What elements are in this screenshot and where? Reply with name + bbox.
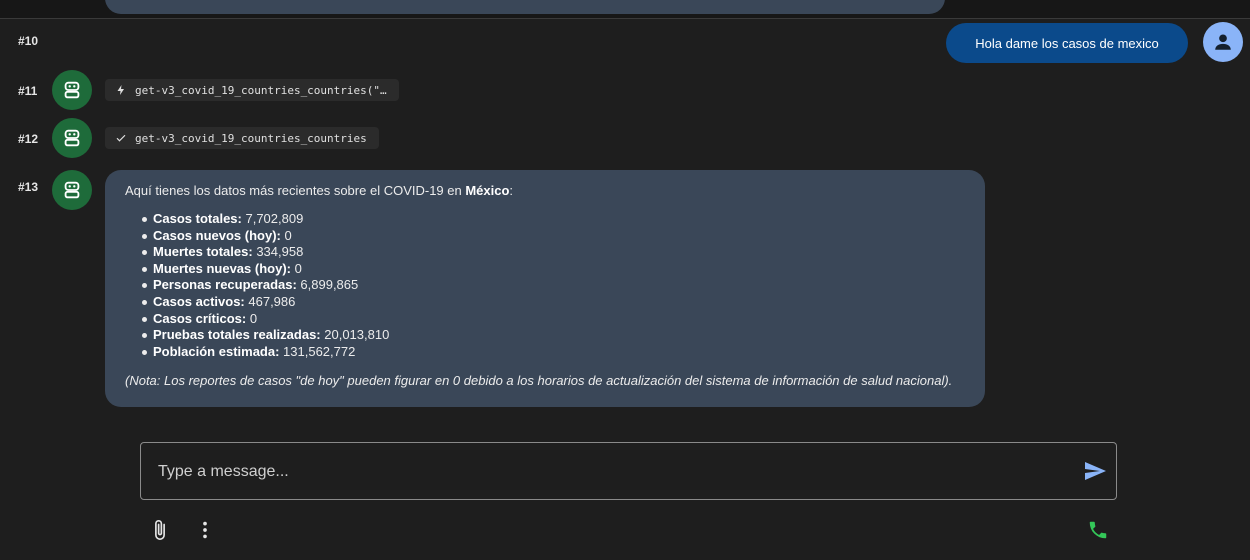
country-name: México: [465, 183, 510, 198]
list-item: Población estimada: 131,562,772: [142, 344, 965, 361]
previous-message-area: [0, 0, 1250, 19]
tool-result-label: get-v3_covid_19_countries_countries: [135, 131, 367, 145]
list-item: Casos nuevos (hoy): 0: [142, 228, 965, 245]
list-item: Casos totales: 7,702,809: [142, 211, 965, 228]
call-button[interactable]: [1086, 518, 1110, 542]
more-options-button[interactable]: [193, 518, 217, 542]
message-composer: [140, 442, 1117, 501]
stats-list: Casos totales: 7,702,809 Casos nuevos (h…: [125, 211, 965, 360]
bot-avatar: [52, 170, 92, 210]
bot-message-bubble: Aquí tienes los datos más recientes sobr…: [105, 170, 985, 407]
tool-call-chip[interactable]: get-v3_covid_19_countries_countries("…: [105, 79, 399, 101]
robot-icon: [64, 81, 80, 99]
bot-avatar: [52, 118, 92, 158]
attach-button[interactable]: [148, 518, 172, 542]
list-item: Pruebas totales realizadas: 20,013,810: [142, 327, 965, 344]
send-button[interactable]: [1082, 458, 1108, 484]
send-icon: [1085, 462, 1106, 480]
list-item: Personas recuperadas: 6,899,865: [142, 277, 965, 294]
bot-avatar: [52, 70, 92, 110]
check-icon: [116, 134, 126, 142]
bolt-icon: [117, 85, 124, 95]
list-item: Casos activos: 467,986: [142, 294, 965, 311]
bot-message-intro: Aquí tienes los datos más recientes sobr…: [125, 183, 514, 198]
previous-message-bubble: [105, 0, 945, 14]
robot-icon: [64, 129, 80, 147]
paperclip-icon: [155, 520, 165, 540]
message-number: #13: [18, 180, 39, 194]
more-vertical-icon: [203, 521, 207, 539]
message-number: #11: [18, 84, 38, 98]
bot-message-note: (Nota: Los reportes de casos "de hoy" pu…: [125, 373, 953, 389]
message-number: #10: [18, 34, 39, 48]
tool-call-label: get-v3_covid_19_countries_countries("…: [135, 83, 387, 97]
message-input[interactable]: [156, 443, 1060, 501]
tool-result-chip[interactable]: get-v3_covid_19_countries_countries: [105, 127, 379, 149]
user-message-bubble: Hola dame los casos de mexico: [946, 23, 1188, 63]
robot-icon: [64, 181, 80, 199]
phone-icon: [1089, 521, 1107, 539]
list-item: Casos críticos: 0: [142, 311, 965, 328]
list-item: Muertes totales: 334,958: [142, 244, 965, 261]
list-item: Muertes nuevas (hoy): 0: [142, 261, 965, 278]
message-number: #12: [18, 132, 39, 146]
person-icon: [1215, 34, 1231, 50]
user-avatar: [1203, 22, 1243, 62]
